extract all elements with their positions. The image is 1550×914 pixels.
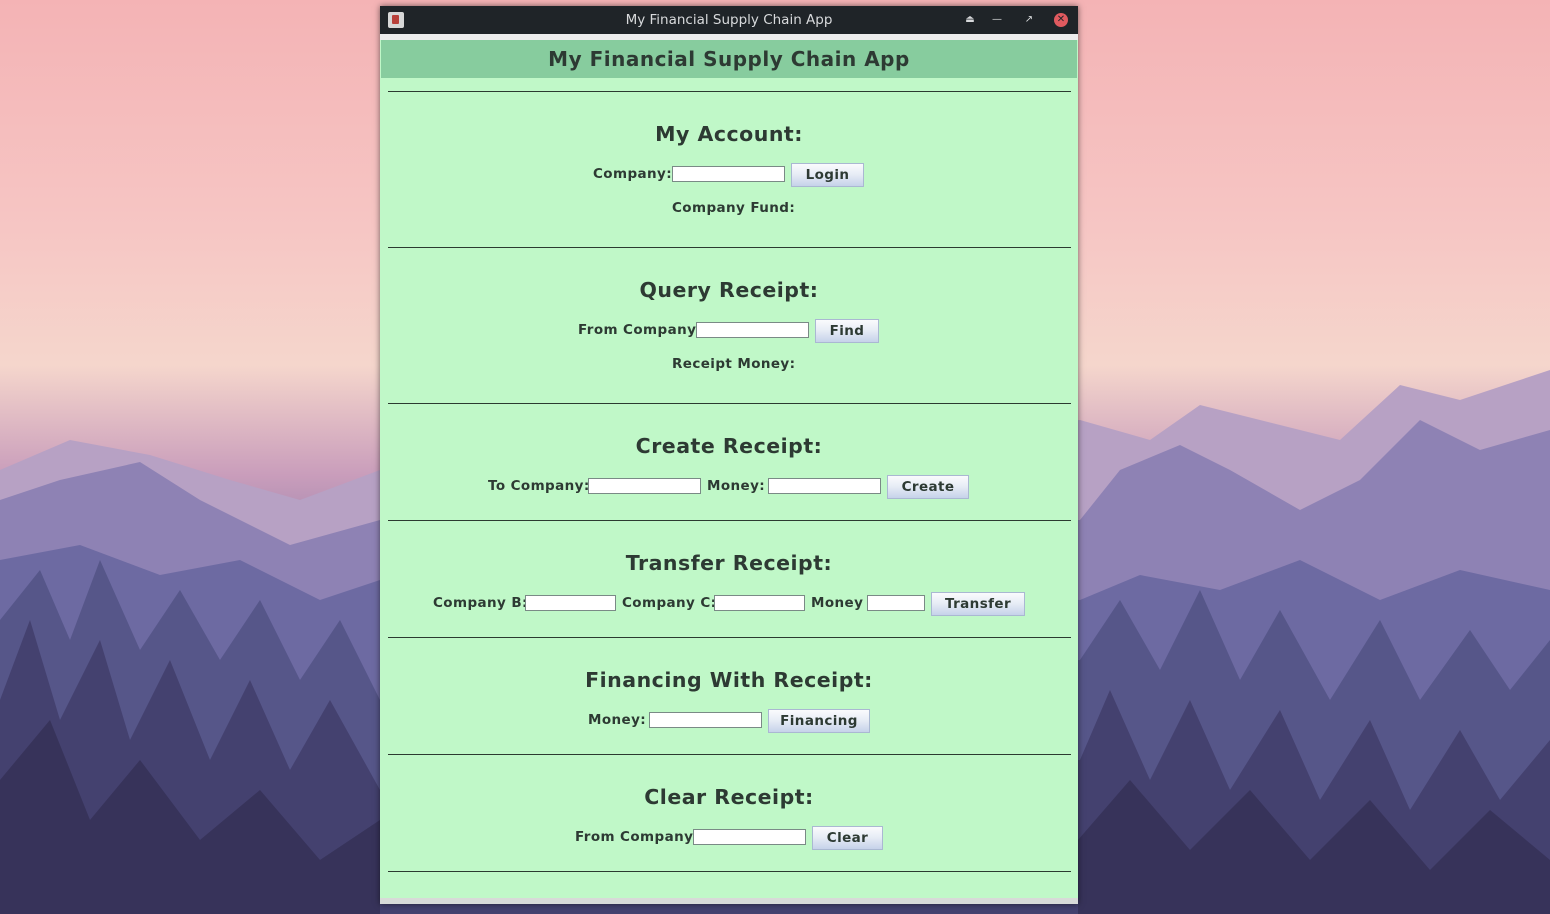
receipt-money-label: Receipt Money:	[672, 356, 796, 372]
transfer-money-label: Money	[811, 595, 864, 611]
clear-from-company-label: From Company:	[575, 829, 700, 845]
section-title-clear-receipt: Clear Receipt:	[644, 785, 814, 809]
create-money-label: Money:	[707, 478, 766, 494]
divider	[388, 91, 1071, 92]
transfer-button[interactable]: Transfer	[931, 592, 1025, 616]
transfer-money-input[interactable]	[867, 595, 925, 611]
divider	[388, 637, 1071, 638]
login-button[interactable]: Login	[791, 163, 864, 187]
minimize-icon[interactable]: —	[989, 12, 1005, 28]
to-company-input[interactable]	[588, 478, 701, 494]
clear-button[interactable]: Clear	[812, 826, 883, 850]
to-company-label: To Company:	[488, 478, 590, 494]
window-titlebar[interactable]: My Financial Supply Chain App ⏏ — ↗ ✕	[380, 6, 1078, 34]
company-b-input[interactable]	[525, 595, 616, 611]
company-c-input[interactable]	[714, 595, 805, 611]
keep-above-icon[interactable]: ⏏	[962, 12, 978, 28]
create-money-input[interactable]	[768, 478, 881, 494]
section-title-query-receipt: Query Receipt:	[639, 278, 819, 302]
query-from-company-label: From Company:	[578, 322, 703, 338]
close-icon[interactable]: ✕	[1054, 13, 1068, 27]
financing-money-input[interactable]	[649, 712, 762, 728]
clear-from-company-input[interactable]	[693, 829, 806, 845]
divider	[388, 520, 1071, 521]
divider	[388, 247, 1071, 248]
divider	[388, 403, 1071, 404]
financing-button[interactable]: Financing	[768, 709, 870, 733]
app-window: My Financial Supply Chain App ⏏ — ↗ ✕ My…	[380, 6, 1078, 904]
create-button[interactable]: Create	[887, 475, 969, 499]
company-c-label: Company C:	[622, 595, 717, 611]
section-title-transfer-receipt: Transfer Receipt:	[625, 551, 833, 575]
divider	[388, 754, 1071, 755]
company-fund-label: Company Fund:	[672, 200, 796, 216]
divider	[388, 871, 1071, 872]
maximize-icon[interactable]: ↗	[1021, 12, 1037, 28]
financing-money-label: Money:	[588, 712, 647, 728]
app-header: My Financial Supply Chain App	[381, 40, 1077, 78]
section-title-my-account: My Account:	[655, 122, 803, 146]
window-bottom-edge	[380, 898, 1078, 904]
query-from-company-input[interactable]	[696, 322, 809, 338]
company-input[interactable]	[672, 166, 785, 182]
find-button[interactable]: Find	[815, 319, 879, 343]
section-title-create-receipt: Create Receipt:	[635, 434, 823, 458]
company-label: Company:	[593, 166, 673, 182]
section-title-financing: Financing With Receipt:	[585, 668, 873, 692]
company-b-label: Company B:	[433, 595, 528, 611]
